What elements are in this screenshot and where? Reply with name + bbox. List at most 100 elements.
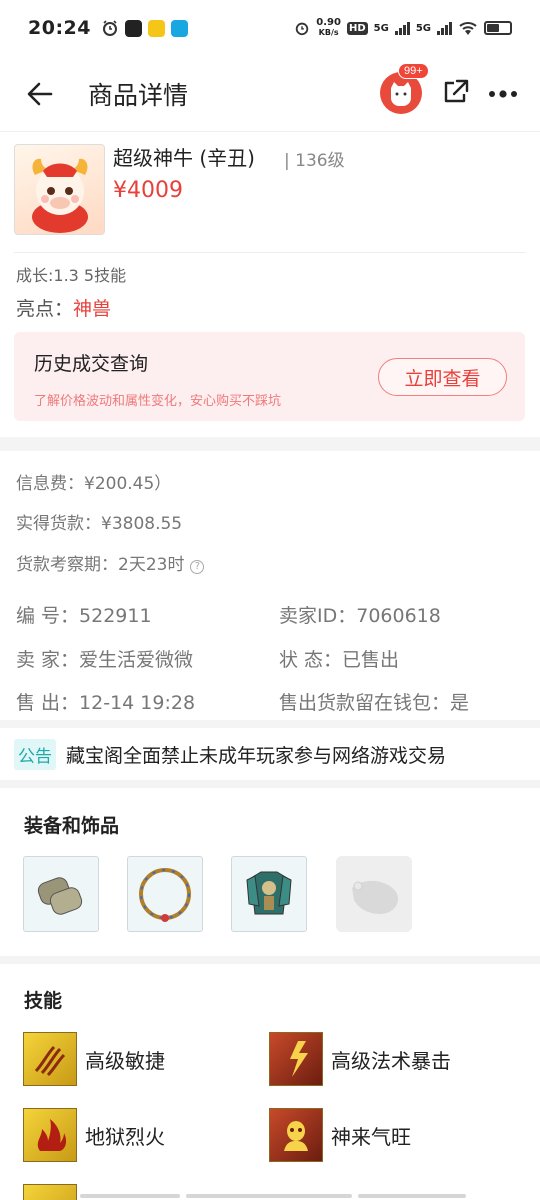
status-notification-icons <box>101 19 188 37</box>
received-amount: 实得货款：¥3808.55 <box>16 514 183 534</box>
equipment-slot-1[interactable] <box>23 856 99 932</box>
necklace-icon <box>139 868 191 922</box>
seller-value: 爱生活爱微微 <box>79 649 194 671</box>
more-button[interactable] <box>488 84 518 103</box>
sold-time-value: 12-14 19:28 <box>79 692 196 714</box>
section-gap <box>0 780 540 788</box>
scroll-indicator <box>358 1194 466 1198</box>
scroll-indicator <box>80 1194 180 1198</box>
app-notification-icon-2 <box>147 19 165 37</box>
nav-actions: 99+ <box>380 62 518 116</box>
status-bar: 20:24 0.90 KB/s HD 5G 5G <box>0 0 540 56</box>
cat-icon <box>391 81 411 106</box>
section-gap <box>0 720 540 728</box>
unread-badge: 99+ <box>398 62 429 79</box>
network-speed-value: 0.90 <box>316 17 341 28</box>
back-button[interactable] <box>22 76 58 112</box>
order-id-value: 522911 <box>79 605 152 627</box>
section-gap <box>0 956 540 964</box>
hellfire-skill-icon <box>23 1108 77 1162</box>
signal-icon-2 <box>437 21 452 35</box>
network-speed: 0.90 KB/s <box>316 18 341 38</box>
product-price: ¥4009 <box>113 178 183 203</box>
highlight-row: 亮点：神兽 <box>16 294 111 321</box>
app-notification-icon-3 <box>170 19 188 37</box>
notice-bar[interactable]: 公告 藏宝阁全面禁止未成年玩家参与网络游戏交易 <box>14 736 526 772</box>
agility-skill-icon <box>23 1032 77 1086</box>
skill-item[interactable]: 神来气旺 <box>269 1108 411 1162</box>
more-dots-icon <box>489 90 517 98</box>
skill-icon-partial <box>23 1184 77 1200</box>
status-row: 状 态：已售出 <box>279 645 399 672</box>
product-name: 超级神牛 (辛丑) <box>113 146 255 170</box>
help-icon[interactable]: ? <box>190 560 205 574</box>
section-gap <box>0 437 540 451</box>
battery-icon <box>484 21 512 35</box>
product-image[interactable] <box>14 144 105 235</box>
sold-time-row: 售 出：12-14 19:28 <box>16 688 195 715</box>
skill-item-partial[interactable] <box>23 1184 77 1200</box>
skills-title: 技能 <box>24 990 63 1012</box>
page-title: 商品详情 <box>88 80 189 110</box>
order-id-label: 编 号： <box>16 605 80 627</box>
seller-id-row: 卖家ID：7060618 <box>279 601 441 628</box>
history-title: 历史成交查询 <box>34 353 149 375</box>
equipment-slot-3[interactable] <box>231 856 307 932</box>
history-view-button[interactable]: 立即查看 <box>378 358 507 396</box>
skill-label: 神来气旺 <box>331 1124 411 1149</box>
message-avatar-button[interactable]: 99+ <box>380 62 429 116</box>
review-period-row: 货款考察期：2天23时? <box>16 550 205 575</box>
wallet-row: 售出货款留在钱包：是 <box>279 688 469 715</box>
signal-icon <box>394 21 410 35</box>
equipment-title: 装备和饰品 <box>24 815 120 837</box>
hd-icon: HD <box>346 21 368 35</box>
wifi-icon <box>459 22 477 35</box>
empty-slot-icon <box>352 880 399 914</box>
alarm-icon <box>102 20 117 36</box>
sim2-label: 5G <box>415 22 431 34</box>
status-system-icons: 0.90 KB/s HD 5G 5G <box>294 18 512 38</box>
skill-label: 高级法术暴击 <box>331 1048 451 1073</box>
notice-tag: 公告 <box>14 738 56 770</box>
share-icon <box>444 79 469 102</box>
skill-item[interactable]: 高级敏捷 <box>23 1032 165 1086</box>
alarm-icon-right <box>296 22 309 36</box>
seller-id-value: 7060618 <box>356 605 441 627</box>
history-card[interactable]: 历史成交查询 了解价格波动和属性变化，安心购买不踩坑 立即查看 <box>14 332 525 421</box>
seller-row: 卖 家：爱生活爱微微 <box>16 645 193 672</box>
equipment-slot-empty <box>336 856 412 932</box>
app-notification-icon <box>124 19 142 37</box>
skill-item[interactable]: 地狱烈火 <box>23 1108 165 1162</box>
growth-skills-text: 成长:1.3 5技能 <box>16 266 127 285</box>
share-button[interactable] <box>442 78 470 110</box>
bracer-icon <box>37 877 83 915</box>
wallet-value: 是 <box>450 692 470 714</box>
history-subtitle: 了解价格波动和属性变化，安心购买不踩坑 <box>34 394 282 409</box>
highlight-value: 神兽 <box>73 298 112 320</box>
divine-spirit-skill-icon <box>269 1108 323 1162</box>
wallet-label: 售出货款留在钱包： <box>279 692 451 714</box>
sold-time-label: 售 出： <box>16 692 80 714</box>
status-value: 已售出 <box>342 649 400 671</box>
skill-label: 高级敏捷 <box>85 1048 165 1073</box>
seller-id-label: 卖家ID： <box>279 605 357 627</box>
equipment-slot-2[interactable] <box>127 856 203 932</box>
notice-text: 藏宝阁全面禁止未成年玩家参与网络游戏交易 <box>66 744 447 767</box>
nav-bar: 商品详情 99+ <box>0 56 540 132</box>
seller-label: 卖 家： <box>16 649 80 671</box>
order-id-row: 编 号：522911 <box>16 601 152 628</box>
sim1-label: 5G <box>373 22 389 34</box>
highlight-label: 亮点： <box>16 298 74 320</box>
status-label: 状 态： <box>279 649 343 671</box>
scroll-indicator <box>186 1194 352 1198</box>
review-period: 货款考察期：2天23时 <box>16 555 185 575</box>
divine-bull-icon <box>32 158 88 233</box>
back-arrow-icon <box>27 82 53 105</box>
armor-icon <box>246 871 292 915</box>
network-speed-unit: KB/s <box>318 28 339 37</box>
skill-label: 地狱烈火 <box>85 1124 165 1149</box>
divider <box>14 252 526 253</box>
product-level: | 136级 <box>284 151 345 171</box>
skill-item[interactable]: 高级法术暴击 <box>269 1032 451 1086</box>
spell-crit-skill-icon <box>269 1032 323 1086</box>
